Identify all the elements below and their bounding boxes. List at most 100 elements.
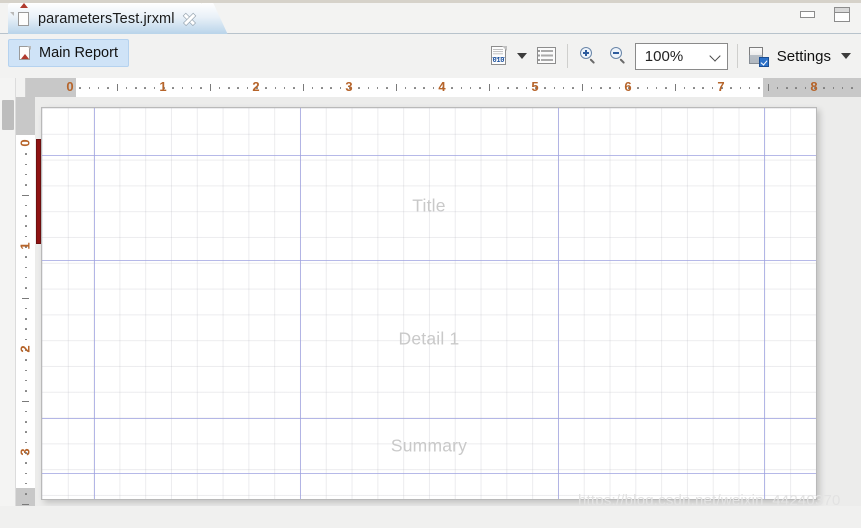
close-icon[interactable]	[182, 12, 196, 26]
ruler-tick-v	[22, 503, 29, 505]
ruler-tick-h	[646, 87, 649, 89]
ruler-tick-v	[25, 493, 27, 495]
binary-view-dropdown-button[interactable]	[510, 53, 536, 59]
ruler-tick-v	[25, 369, 27, 372]
ruler-tick-h	[135, 87, 137, 89]
ruler-tick-h	[507, 87, 509, 89]
horizontal-ruler[interactable]: 0 1 2 3 4 5 6 7 8	[0, 78, 861, 97]
ruler-tick-v	[25, 379, 27, 382]
settings-dropdown-button[interactable]	[841, 53, 855, 59]
ruler-tick-h	[218, 87, 221, 89]
ruler-tick-h	[637, 87, 639, 89]
ruler-tick-h	[516, 87, 518, 89]
ruler-tick-h	[246, 87, 249, 89]
ruler-label-h: 7	[717, 79, 725, 94]
ruler-label-h: 1	[159, 79, 167, 94]
ruler-tick-h	[581, 84, 583, 91]
settings-page-icon	[747, 46, 769, 67]
ruler-tick-h	[302, 84, 304, 91]
ruler-tick-v	[25, 421, 27, 423]
ruler-tick-h	[181, 87, 184, 89]
ruler-tick-h	[572, 87, 574, 89]
vertical-scrollbar[interactable]	[0, 78, 16, 528]
band-boundary-line	[42, 155, 816, 156]
ruler-tick-h	[153, 87, 156, 89]
vertical-scrollbar-thumb[interactable]	[2, 100, 14, 130]
ruler-tick-h	[795, 87, 797, 89]
ruler-tick-h	[562, 87, 565, 89]
band-boundary-line	[42, 260, 816, 261]
ruler-tick-h	[321, 87, 323, 89]
ruler-tick-h	[311, 87, 314, 89]
ruler-tick-h	[79, 87, 81, 89]
ruler-tick-h	[395, 84, 397, 91]
ruler-tick-h	[367, 87, 370, 89]
vertical-ruler[interactable]: 0 1 2 3	[16, 97, 35, 507]
ruler-tick-h	[674, 84, 676, 91]
ruler-tick-h	[274, 87, 277, 89]
ruler-tick-h	[711, 87, 714, 89]
zoom-out-button[interactable]	[607, 45, 629, 67]
report-design-canvas[interactable]: Title Detail 1 Summary	[35, 97, 861, 507]
ruler-tick-v	[25, 173, 27, 176]
band-selection-marker[interactable]	[36, 139, 41, 244]
ruler-tick-h	[432, 87, 435, 89]
minimize-button[interactable]	[798, 7, 818, 22]
band-label-detail1: Detail 1	[398, 328, 460, 349]
settings-button[interactable]: Settings	[747, 46, 841, 67]
ruler-tick-v	[25, 235, 27, 238]
ruler-tick-h	[358, 87, 360, 89]
ruler-tick-h	[116, 84, 118, 91]
list-view-button[interactable]	[536, 46, 558, 66]
main-report-button[interactable]: Main Report	[8, 39, 129, 67]
ruler-tick-h	[823, 87, 825, 89]
binary-data-document-button[interactable]: 010	[488, 45, 510, 67]
ruler-tick-v	[25, 390, 27, 392]
guide-line-vertical	[764, 108, 765, 499]
ruler-tick-h	[655, 87, 658, 89]
ruler-tick-h	[283, 87, 286, 89]
ruler-tick-v	[22, 194, 29, 196]
window-controls	[798, 7, 851, 22]
ruler-tick-v	[25, 163, 27, 166]
ruler-tick-h	[488, 84, 490, 91]
ruler-tick-v	[25, 318, 27, 320]
ruler-tick-h	[144, 87, 146, 89]
ruler-tick-h	[600, 87, 602, 89]
editor-tab-parameterstest[interactable]: parametersTest.jrxml	[8, 3, 202, 34]
zoom-in-button[interactable]	[577, 45, 599, 67]
zoom-level-value: 100%	[644, 47, 684, 65]
chevron-down-icon	[710, 51, 721, 62]
editor-tab-label: parametersTest.jrxml	[38, 10, 175, 27]
ruler-tick-h	[423, 87, 425, 89]
ruler-tick-v	[25, 359, 27, 361]
ruler-tick-h	[479, 87, 481, 89]
ruler-tick-h	[590, 87, 593, 89]
ruler-label-h: 3	[345, 79, 353, 94]
ruler-tick-h	[851, 87, 853, 89]
ruler-tick-v	[25, 153, 27, 155]
ruler-tick-h	[525, 87, 528, 89]
ruler-tick-h	[618, 87, 621, 89]
ruler-tick-v	[25, 256, 27, 258]
ruler-tick-v	[25, 472, 27, 475]
list-view-icon	[536, 46, 558, 66]
chevron-down-icon	[841, 53, 851, 59]
zoom-in-icon	[577, 45, 599, 67]
ruler-tick-v	[25, 225, 27, 227]
ruler-label-h: 4	[438, 79, 446, 94]
ruler-tick-h	[107, 87, 109, 89]
ruler-label-h: 0	[66, 79, 74, 94]
ruler-tick-h	[200, 87, 202, 89]
maximize-button[interactable]	[831, 7, 851, 22]
ruler-tick-h	[293, 87, 295, 89]
ruler-label-h: 6	[624, 79, 632, 94]
ruler-tick-h	[330, 87, 332, 89]
ruler-tick-v	[22, 297, 29, 299]
zoom-level-combobox[interactable]: 100%	[634, 42, 728, 70]
ruler-tick-h	[748, 87, 751, 89]
ruler-tick-h	[469, 87, 472, 89]
report-page[interactable]: Title Detail 1 Summary	[41, 107, 817, 500]
ruler-tick-h	[739, 87, 742, 89]
band-boundary-line	[42, 473, 816, 474]
